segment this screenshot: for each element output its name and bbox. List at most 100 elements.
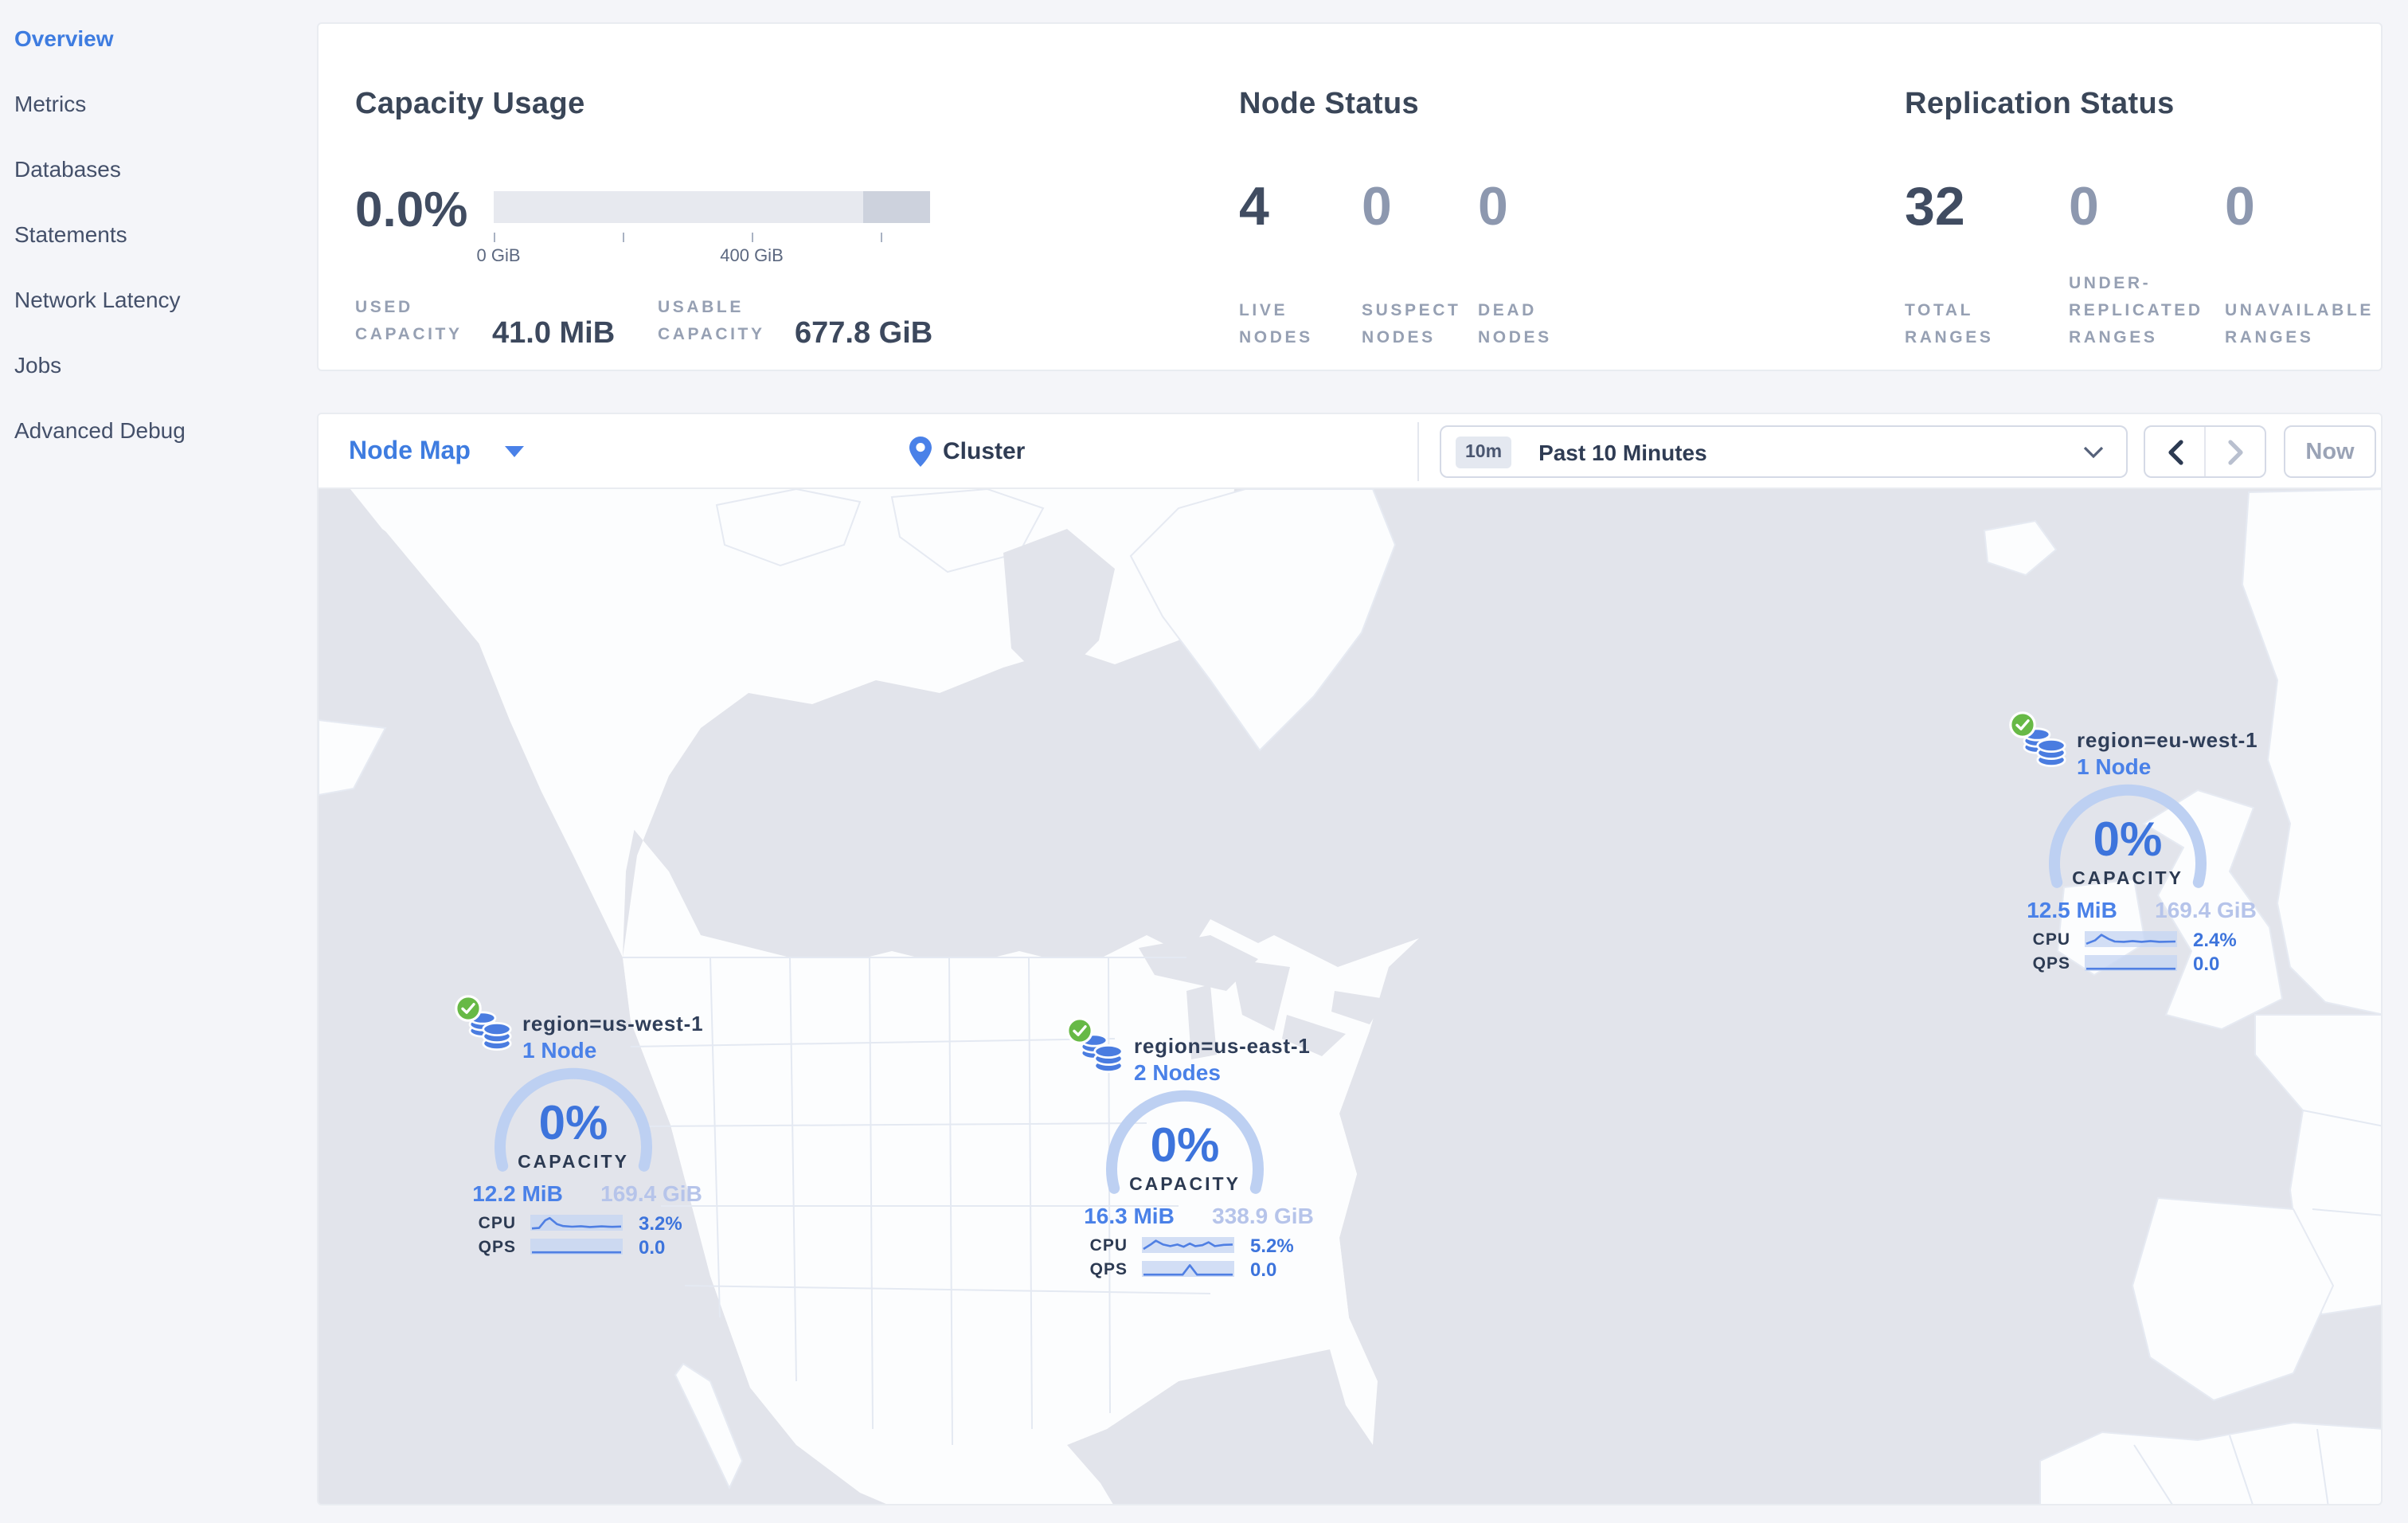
time-range-dropdown[interactable]: 10m Past 10 Minutes (1440, 425, 2128, 478)
breadcrumb-label: Cluster (943, 438, 1026, 465)
used-capacity-label: USED CAPACITY (355, 298, 463, 344)
region-marker-eu-west-1[interactable]: region=eu-west-1 1 Node 0% CAPACITY 12.5… (1968, 704, 2287, 983)
live-check-icon (2009, 711, 2036, 738)
capacity-total-value: 169.4 GiB (2155, 897, 2257, 922)
chevron-right-icon (2227, 439, 2242, 464)
time-back-button[interactable] (2145, 427, 2204, 476)
unavailable-ranges-label: UNAVAILABLE RANGES (2225, 301, 2374, 347)
used-capacity-value: 41.0 MiB (492, 317, 616, 350)
capacity-used-value: 12.2 MiB (472, 1180, 563, 1206)
under-replicated-ranges-label: UNDER-REPLICATED RANGES (2069, 274, 2203, 347)
gauge-capacity-label: CAPACITY (518, 1153, 629, 1173)
total-ranges-count: 32 (1905, 177, 1965, 237)
region-marker-us-east-1[interactable]: region=us-east-1 2 Nodes 0% CAPACITY 16.… (1026, 1010, 1344, 1289)
region-label: region=us-east-1 (1134, 1034, 1311, 1058)
replication-status-title: Replication Status (1905, 88, 2175, 121)
capacity-usage-title: Capacity Usage (355, 88, 585, 121)
qps-sparkline (2085, 955, 2177, 971)
view-selector-dropdown[interactable]: Node Map (349, 414, 525, 489)
time-forward-button[interactable] (2204, 427, 2265, 476)
capacity-percent: 0.0% (355, 182, 468, 237)
suspect-nodes-label: SUSPECT NODES (1362, 301, 1461, 347)
time-step-buttons (2144, 425, 2266, 478)
dead-nodes-count: 0 (1478, 177, 1508, 237)
page: Overview Metrics Databases Statements Ne… (0, 0, 2408, 1523)
region-marker-us-west-1[interactable]: region=us-west-1 1 Node 0% CAPACITY 12.2… (414, 988, 733, 1267)
sidebar: Overview Metrics Databases Statements Ne… (0, 0, 317, 1523)
usable-capacity: USABLE CAPACITY 677.8 GiB (658, 295, 933, 350)
qps-row: QPS 0.0 (414, 1236, 733, 1259)
breadcrumb[interactable]: Cluster (909, 414, 1025, 489)
now-button[interactable]: Now (2284, 425, 2376, 478)
region-node-count[interactable]: 2 Nodes (1134, 1059, 1221, 1085)
qps-value: 0.0 (2193, 953, 2220, 975)
gauge-percent: 0% (1150, 1120, 1220, 1173)
cpu-row: CPU 2.4% (1968, 929, 2287, 951)
cpu-label: CPU (2032, 930, 2070, 949)
live-nodes-count: 4 (1239, 177, 1269, 237)
capacity-used-value: 12.5 MiB (2027, 897, 2117, 922)
capacity-tick (881, 233, 882, 242)
cpu-label: CPU (478, 1214, 516, 1233)
live-check-icon (455, 995, 482, 1022)
time-range-label: Past 10 Minutes (1538, 439, 1707, 464)
chevron-left-icon (2168, 439, 2183, 464)
chevron-down-icon (2083, 445, 2104, 458)
sidebar-item-network-latency[interactable]: Network Latency (0, 268, 317, 333)
qps-label: QPS (2032, 954, 2070, 973)
cpu-value: 2.4% (2193, 929, 2237, 951)
capacity-tick (623, 233, 624, 242)
usable-capacity-value: 677.8 GiB (795, 317, 933, 350)
cluster-summary-card: Capacity Usage 0.0% 0 GiB 400 GiB USED C… (317, 22, 2383, 371)
live-nodes-label: LIVE NODES (1239, 301, 1313, 347)
capacity-bar (494, 191, 930, 223)
gauge-percent: 0% (2093, 814, 2163, 867)
time-range-badge: 10m (1456, 436, 1512, 468)
cpu-row: CPU 5.2% (1026, 1235, 1344, 1257)
capacity-tick-label-400: 400 GiB (720, 247, 784, 266)
qps-value: 0.0 (639, 1236, 666, 1259)
qps-row: QPS 0.0 (1968, 953, 2287, 975)
capacity-tick (752, 233, 753, 242)
cpu-label: CPU (1089, 1236, 1128, 1255)
sidebar-item-advanced-debug[interactable]: Advanced Debug (0, 398, 317, 464)
sidebar-item-statements[interactable]: Statements (0, 202, 317, 268)
node-status-title: Node Status (1239, 88, 1420, 121)
cpu-row: CPU 3.2% (414, 1212, 733, 1235)
qps-label: QPS (478, 1238, 516, 1257)
dead-nodes-label: DEAD NODES (1478, 301, 1552, 347)
cpu-sparkline (2085, 931, 2177, 947)
sidebar-item-databases[interactable]: Databases (0, 137, 317, 202)
gauge-capacity-label: CAPACITY (1129, 1176, 1241, 1195)
view-selector-label: Node Map (349, 437, 471, 464)
capacity-bar-reserved-segment (863, 191, 930, 223)
caret-down-icon (505, 446, 525, 457)
region-node-count[interactable]: 1 Node (522, 1037, 596, 1063)
qps-label: QPS (1089, 1260, 1128, 1279)
capacity-total-value: 169.4 GiB (600, 1180, 702, 1206)
location-pin-icon (909, 437, 932, 467)
region-label: region=us-west-1 (522, 1012, 704, 1036)
qps-sparkline (530, 1239, 623, 1255)
qps-sparkline (1142, 1261, 1234, 1277)
gauge-capacity-label: CAPACITY (2072, 870, 2183, 889)
capacity-total-value: 338.9 GiB (1212, 1203, 1314, 1228)
total-ranges-label: TOTAL RANGES (1905, 301, 1994, 347)
capacity-tick (494, 233, 495, 242)
sidebar-item-overview[interactable]: Overview (0, 6, 317, 72)
capacity-tick-label-0: 0 GiB (476, 247, 521, 266)
map-toolbar: Node Map Cluster 10m Past 10 Minutes Now (319, 414, 2381, 489)
sidebar-item-metrics[interactable]: Metrics (0, 72, 317, 137)
suspect-nodes-count: 0 (1362, 177, 1392, 237)
cpu-sparkline (1142, 1237, 1234, 1253)
qps-row: QPS 0.0 (1026, 1259, 1344, 1281)
region-node-count[interactable]: 1 Node (2077, 754, 2151, 779)
toolbar-divider (1417, 422, 1419, 481)
qps-value: 0.0 (1250, 1259, 1277, 1281)
cpu-value: 3.2% (639, 1212, 682, 1235)
sidebar-item-jobs[interactable]: Jobs (0, 333, 317, 398)
gauge-percent: 0% (538, 1098, 608, 1150)
unavailable-ranges-count: 0 (2225, 177, 2255, 237)
cpu-value: 5.2% (1250, 1235, 1294, 1257)
region-label: region=eu-west-1 (2077, 728, 2258, 752)
